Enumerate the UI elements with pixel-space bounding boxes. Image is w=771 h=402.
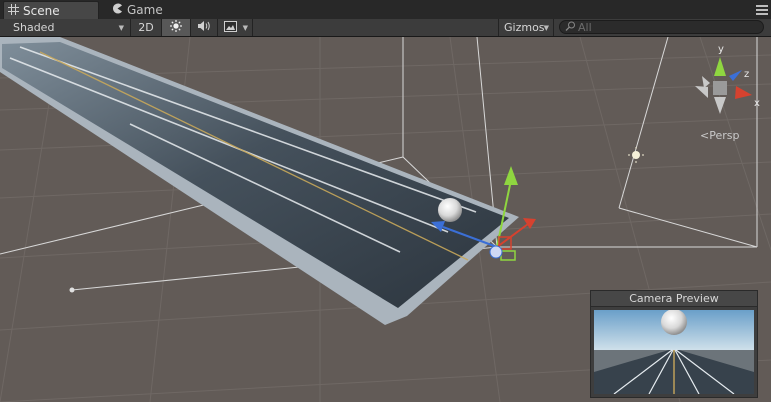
chevron-down-icon: ▼ <box>543 23 549 32</box>
tab-menu-icon[interactable] <box>756 5 768 15</box>
scene-audio-button[interactable] <box>191 19 218 36</box>
tab-scene-label: Scene <box>23 3 60 18</box>
tab-scene[interactable]: Scene <box>3 1 99 19</box>
axis-label-z: z <box>744 69 749 80</box>
scene-viewport[interactable]: y z x <Persp Camera Preview <box>0 37 771 402</box>
persp-chevron-icon: < <box>700 129 710 142</box>
light-point-left <box>69 287 75 293</box>
toggle-2d-label: 2D <box>138 21 154 34</box>
gizmos-label: Gizmos <box>504 21 545 34</box>
scene-toolbar: Shaded ▼ 2D ▼ Gizmos ▼ <box>0 19 771 37</box>
scene-grid-icon <box>8 3 19 18</box>
game-pacman-icon <box>112 3 123 17</box>
ball-sphere <box>438 198 462 222</box>
image-icon <box>224 20 237 35</box>
toggle-2d-button[interactable]: 2D <box>131 19 162 36</box>
tab-bar: Scene Game <box>0 0 771 19</box>
speaker-icon <box>197 20 211 35</box>
search-icon[interactable] <box>565 21 576 34</box>
search-input[interactable] <box>576 20 753 34</box>
camera-preview-panel: Camera Preview <box>590 290 758 398</box>
chevron-down-icon: ▼ <box>242 23 248 32</box>
tab-game[interactable]: Game <box>108 1 178 19</box>
projection-label: Persp <box>709 129 740 142</box>
projection-toggle[interactable]: <Persp <box>700 129 739 142</box>
chevron-down-icon: ▼ <box>118 23 124 32</box>
tab-game-label: Game <box>127 3 163 17</box>
camera-preview-image <box>594 310 754 394</box>
camera-preview-title: Camera Preview <box>591 291 757 307</box>
scene-lighting-button[interactable] <box>162 19 191 36</box>
axis-label-x: x <box>754 98 760 109</box>
scene-effects-dropdown[interactable]: ▼ <box>218 19 253 36</box>
draw-mode-dropdown[interactable]: Shaded ▼ <box>0 19 131 36</box>
sun-icon <box>170 20 182 35</box>
axis-label-y: y <box>718 44 724 55</box>
gizmos-dropdown[interactable]: Gizmos ▼ <box>498 19 554 36</box>
draw-mode-value: Shaded <box>13 21 55 34</box>
hierarchy-search <box>559 20 764 34</box>
